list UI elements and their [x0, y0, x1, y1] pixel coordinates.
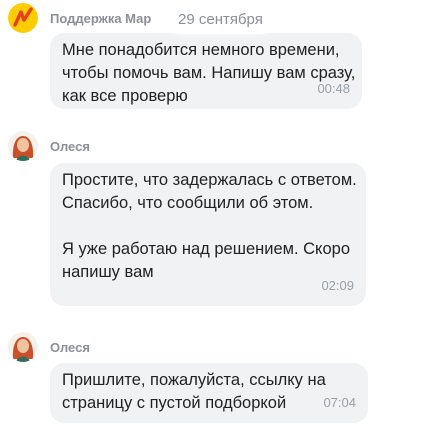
- support-logo-icon: [8, 3, 38, 33]
- date-separator: 29 сентября: [166, 6, 275, 34]
- message-sender: Олеся: [8, 131, 90, 161]
- message-time: 07:04: [323, 395, 356, 410]
- message-time: 02:09: [321, 278, 354, 293]
- message-time: 00:48: [317, 81, 350, 96]
- message-text: Простите, что задержалась с ответом. Спа…: [62, 171, 357, 281]
- message-text: Пришлите, пожалуйста, ссылку на страницу…: [62, 371, 326, 412]
- message-sender: Поддержка Мар: [8, 3, 151, 33]
- message-sender: Олеся: [8, 332, 90, 362]
- sender-name: Олеся: [50, 339, 90, 355]
- sender-name: Олеся: [50, 138, 90, 154]
- sender-name: Поддержка Мар: [50, 10, 152, 26]
- user-avatar-icon: [8, 131, 38, 161]
- message-bubble[interactable]: Пришлите, пожалуйста, ссылку на страницу…: [50, 363, 368, 423]
- message-bubble[interactable]: Мне понадобится немного времени, чтобы п…: [50, 33, 362, 109]
- message-bubble[interactable]: Простите, что задержалась с ответом. Спа…: [50, 163, 366, 306]
- user-avatar-icon: [8, 332, 38, 362]
